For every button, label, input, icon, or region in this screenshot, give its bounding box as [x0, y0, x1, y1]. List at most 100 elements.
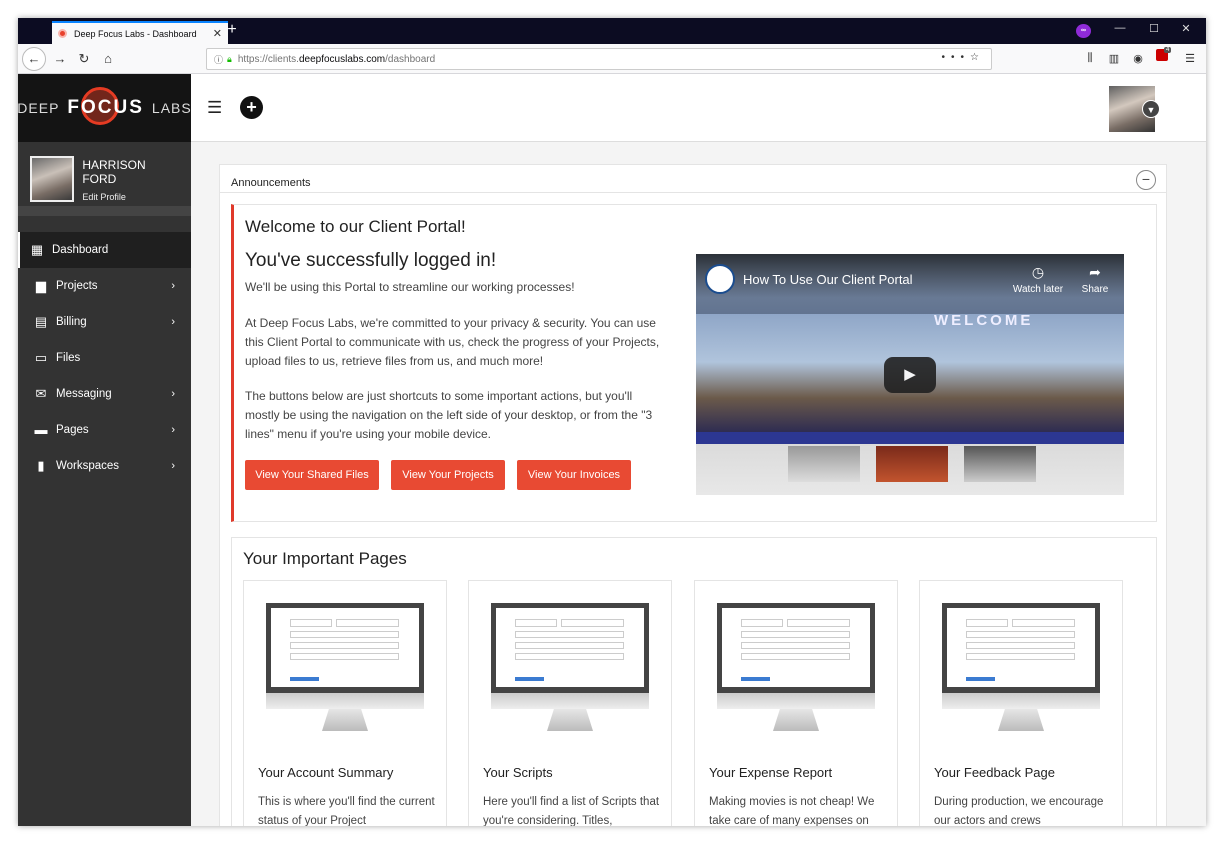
chevron-right-icon: ›: [171, 316, 175, 328]
sidebar-item-workspaces[interactable]: ▮ Workspaces ›: [18, 448, 191, 484]
dashboard-icon: ▦: [30, 242, 44, 257]
building-icon: ▤: [34, 314, 48, 329]
sidebar-item-dashboard[interactable]: ▦ Dashboard: [18, 232, 191, 268]
sidebar-item-label: Pages: [56, 424, 89, 436]
logo-text-left: DEEP: [18, 100, 60, 116]
tab-strip: Deep Focus Labs - Dashboard ✕ + ∞ — ☐ ✕: [18, 18, 1206, 44]
sidebar-menu: ▦ Dashboard ▆ Projects › ▤ Billing › ▭ F…: [18, 232, 191, 484]
sidebar-item-label: Messaging: [56, 388, 112, 400]
share-button[interactable]: ➦ Share: [1076, 264, 1114, 295]
page-viewport: DEEP FOCUS LABS HARRISON FORD Edit Profi…: [18, 74, 1206, 826]
add-button[interactable]: +: [240, 96, 263, 119]
maximize-button[interactable]: ☐: [1144, 22, 1164, 35]
user-name: HARRISON FORD: [82, 158, 146, 186]
card-title: Your Scripts: [483, 765, 553, 780]
close-window-button[interactable]: ✕: [1176, 22, 1196, 35]
sidebar-item-label: Files: [56, 352, 81, 364]
library-icon[interactable]: ⫼: [1082, 52, 1098, 65]
lock-icon: 🔒︎: [227, 53, 232, 64]
announcements-panel: Announcements − Welcome to our Client Po…: [219, 164, 1167, 826]
sidebar-item-billing[interactable]: ▤ Billing ›: [18, 304, 191, 340]
reload-button[interactable]: ↻: [74, 50, 94, 68]
card-title: Your Account Summary: [258, 765, 394, 780]
view-shared-files-button[interactable]: View Your Shared Files: [245, 460, 379, 490]
chevron-right-icon: ›: [171, 424, 175, 436]
page-card[interactable]: Your Scripts Here you'll find a list of …: [468, 580, 672, 826]
logo-text-center: FOCUS: [67, 87, 144, 125]
chevron-right-icon: ›: [171, 460, 175, 472]
card-description: During production, we encourage our acto…: [934, 796, 1104, 826]
chevron-right-icon: ›: [171, 388, 175, 400]
chevron-right-icon: ›: [171, 280, 175, 292]
view-invoices-button[interactable]: View Your Invoices: [517, 460, 631, 490]
edit-profile-link[interactable]: Edit Profile: [82, 192, 179, 202]
welcome-subtitle: You've successfully logged in!: [245, 250, 497, 271]
sidebar-toggle-icon[interactable]: ▥: [1106, 52, 1122, 65]
chevron-down-icon[interactable]: ▼: [1142, 100, 1160, 118]
clock-icon: ◷: [1031, 264, 1045, 280]
video-product-image: [876, 446, 948, 482]
welcome-title: Welcome to our Client Portal!: [245, 217, 466, 236]
page-card[interactable]: Your Expense Report Making movies is not…: [694, 580, 898, 826]
forward-button[interactable]: →: [50, 50, 70, 68]
address-bar[interactable]: ⓘ 🔒︎ https://clients. deepfocuslabs.com/d…: [206, 48, 992, 70]
welcome-paragraph: The buttons below are just shortcuts to …: [245, 389, 653, 441]
card-title: Your Feedback Page: [934, 765, 1055, 780]
top-header: ☰ + ▼: [191, 74, 1206, 142]
addon-badge: 4: [1164, 47, 1172, 53]
hamburger-menu-icon[interactable]: ☰: [207, 98, 222, 118]
monitor-icon: [717, 603, 875, 693]
card-description: This is where you'll find the current st…: [258, 796, 435, 826]
sidebar-item-label: Billing: [56, 316, 87, 328]
sidebar: DEEP FOCUS LABS HARRISON FORD Edit Profi…: [18, 74, 191, 826]
watch-later-button[interactable]: ◷ Watch later: [1008, 264, 1068, 295]
pages-icon: ▬: [34, 422, 48, 437]
avatar[interactable]: [30, 156, 75, 202]
info-icon[interactable]: ⓘ: [214, 53, 223, 66]
page-card[interactable]: Your Feedback Page During production, we…: [919, 580, 1123, 826]
monitor-icon: [491, 603, 649, 693]
video-product-image: [788, 446, 860, 482]
page-actions-icon[interactable]: •••☆: [942, 52, 985, 63]
envelope-icon: ✉: [35, 386, 47, 401]
url-host: deepfocuslabs.com: [298, 53, 386, 65]
tab-title: Deep Focus Labs - Dashboard: [74, 28, 197, 39]
home-button[interactable]: ⌂: [98, 50, 118, 68]
section-title: Your Important Pages: [243, 549, 407, 568]
private-browsing-icon: ∞: [1076, 24, 1091, 38]
monitor-icon: [266, 603, 424, 693]
sidebar-item-projects[interactable]: ▆ Projects ›: [18, 268, 191, 304]
user-profile: HARRISON FORD Edit Profile: [18, 142, 191, 216]
logo-text-right: LABS: [151, 100, 192, 116]
browser-tab[interactable]: Deep Focus Labs - Dashboard ✕: [52, 21, 228, 44]
briefcase-icon: ▆: [36, 278, 46, 293]
back-button[interactable]: ←: [22, 47, 46, 71]
card-description: Here you'll find a list of Scripts that …: [483, 796, 660, 826]
sidebar-item-files[interactable]: ▭ Files: [18, 340, 191, 376]
page-card[interactable]: Your Account Summary This is where you'l…: [243, 580, 447, 826]
video-title[interactable]: How To Use Our Client Portal: [743, 272, 913, 287]
sidebar-item-label: Workspaces: [56, 460, 120, 472]
url-scheme: https://clients.: [237, 53, 299, 65]
card-description: Making movies is not cheap! We take care…: [709, 796, 875, 826]
card-title: Your Expense Report: [709, 765, 833, 780]
navigation-toolbar: ← → ↻ ⌂ ⓘ 🔒︎ https://clients. deepfocusla…: [18, 44, 1206, 74]
sidebar-item-messaging[interactable]: ✉ Messaging ›: [18, 376, 191, 412]
app-menu-icon[interactable]: ☰: [1182, 52, 1198, 65]
brand-logo[interactable]: DEEP FOCUS LABS: [18, 74, 191, 142]
monitor-icon: [942, 603, 1100, 693]
close-tab-icon[interactable]: ✕: [213, 27, 222, 40]
video-banner: [696, 432, 1124, 444]
minimize-button[interactable]: —: [1110, 22, 1130, 34]
collapse-button[interactable]: −: [1136, 170, 1156, 190]
view-projects-button[interactable]: View Your Projects: [391, 460, 505, 490]
video-player[interactable]: WELCOME How To Use Our Client Portal ◷ Wa…: [696, 254, 1124, 495]
play-button[interactable]: ▶: [884, 357, 936, 393]
sidebar-item-pages[interactable]: ▬ Pages ›: [18, 412, 191, 448]
main-content: Announcements − Welcome to our Client Po…: [191, 142, 1206, 826]
url-path: /dashboard: [385, 53, 436, 65]
new-tab-button[interactable]: +: [222, 21, 242, 39]
folder-icon: ▭: [34, 350, 48, 365]
channel-logo[interactable]: [705, 264, 735, 294]
account-icon[interactable]: ◉: [1130, 52, 1146, 65]
